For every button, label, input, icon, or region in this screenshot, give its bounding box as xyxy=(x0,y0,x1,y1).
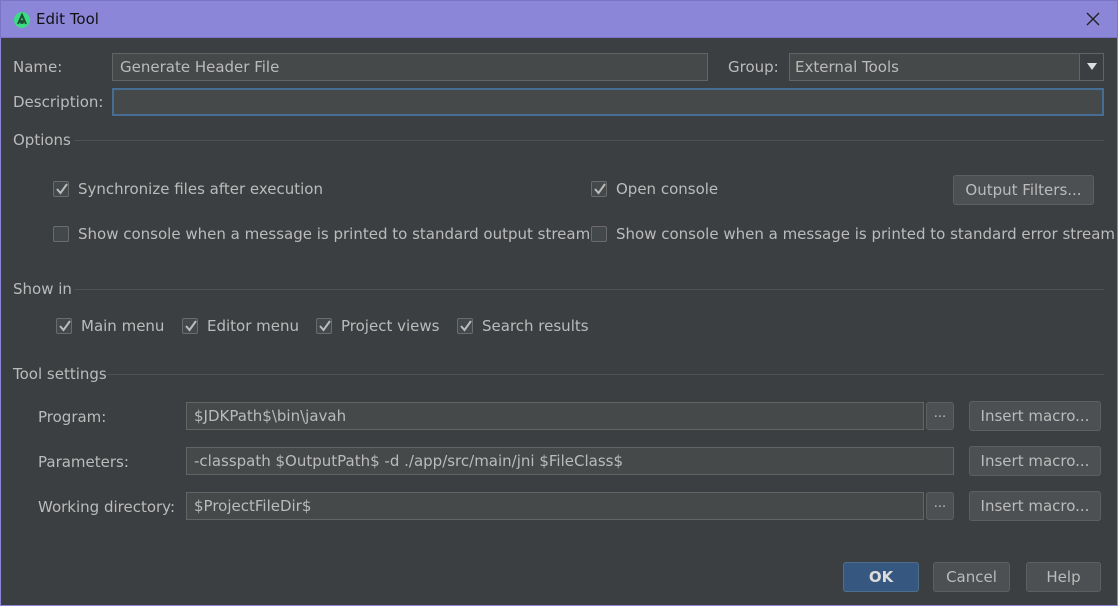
show-console-stderr-checkbox[interactable]: Show console when a message is printed t… xyxy=(591,225,1115,243)
working-directory-input[interactable]: $ProjectFileDir$ xyxy=(186,492,924,520)
checkbox-box[interactable] xyxy=(316,318,332,334)
title-bar: Edit Tool xyxy=(0,0,1118,38)
checkbox-box[interactable] xyxy=(182,318,198,334)
group-select-value: External Tools xyxy=(795,58,899,76)
browse-label: ... xyxy=(933,406,947,421)
help-label: Help xyxy=(1046,568,1081,586)
description-label: Description: xyxy=(13,93,104,111)
show-in-search-results-checkbox[interactable]: Search results xyxy=(457,317,589,335)
checkmark-icon xyxy=(594,183,606,195)
show-in-section-title: Show in xyxy=(13,280,72,298)
options-section-title: Options xyxy=(13,131,71,149)
show-in-project-views-checkbox[interactable]: Project views xyxy=(316,317,439,335)
show-console-stderr-label: Show console when a message is printed t… xyxy=(616,225,1116,243)
project-views-label: Project views xyxy=(341,317,440,335)
name-label: Name: xyxy=(13,58,63,76)
working-directory-label: Working directory: xyxy=(38,498,176,516)
main-menu-label: Main menu xyxy=(81,317,165,335)
open-console-label: Open console xyxy=(616,180,719,198)
show-in-editor-menu-checkbox[interactable]: Editor menu xyxy=(182,317,299,335)
checkbox-box[interactable] xyxy=(457,318,473,334)
program-label: Program: xyxy=(38,408,107,426)
program-input[interactable]: $JDKPath$\bin\javah xyxy=(186,402,924,430)
checkmark-icon xyxy=(185,320,197,332)
working-directory-browse-button[interactable]: ... xyxy=(926,492,954,520)
sync-files-label: Synchronize files after execution xyxy=(78,180,323,198)
checkbox-box[interactable] xyxy=(53,226,69,242)
checkmark-icon xyxy=(59,320,71,332)
tool-settings-separator xyxy=(107,374,1104,375)
ok-button[interactable]: OK xyxy=(843,562,919,592)
tool-settings-section-title: Tool settings xyxy=(13,365,107,383)
checkbox-box[interactable] xyxy=(53,181,69,197)
checkmark-icon xyxy=(319,320,331,332)
group-select[interactable]: External Tools xyxy=(789,53,1104,81)
checkmark-icon xyxy=(56,183,68,195)
group-label: Group: xyxy=(728,58,779,76)
help-button[interactable]: Help xyxy=(1026,562,1101,592)
program-insert-macro-button[interactable]: Insert macro... xyxy=(969,401,1101,431)
options-separator xyxy=(74,140,1104,141)
triangle-down-icon xyxy=(1087,63,1097,70)
android-studio-icon xyxy=(14,12,30,28)
browse-label: ... xyxy=(933,496,947,511)
checkbox-box[interactable] xyxy=(591,181,607,197)
description-input[interactable] xyxy=(112,88,1104,116)
sync-files-checkbox[interactable]: Synchronize files after execution xyxy=(53,180,323,198)
cancel-button[interactable]: Cancel xyxy=(933,562,1010,592)
parameters-insert-macro-button[interactable]: Insert macro... xyxy=(969,446,1101,476)
show-console-stdout-checkbox[interactable]: Show console when a message is printed t… xyxy=(53,225,590,243)
program-browse-button[interactable]: ... xyxy=(926,402,954,430)
search-results-label: Search results xyxy=(482,317,589,335)
output-filters-label: Output Filters... xyxy=(965,181,1082,199)
editor-menu-label: Editor menu xyxy=(207,317,300,335)
show-console-stdout-label: Show console when a message is printed t… xyxy=(78,225,591,243)
show-in-separator xyxy=(74,289,1104,290)
insert-macro-label: Insert macro... xyxy=(980,497,1090,515)
insert-macro-label: Insert macro... xyxy=(980,407,1090,425)
ok-label: OK xyxy=(868,568,894,586)
checkmark-icon xyxy=(460,320,472,332)
name-input[interactable]: Generate Header File xyxy=(112,53,708,81)
checkbox-box[interactable] xyxy=(591,226,607,242)
output-filters-button[interactable]: Output Filters... xyxy=(953,175,1094,205)
close-icon[interactable] xyxy=(1083,9,1103,29)
insert-macro-label: Insert macro... xyxy=(980,452,1090,470)
cancel-label: Cancel xyxy=(946,568,997,586)
parameters-label: Parameters: xyxy=(38,453,129,471)
dropdown-button[interactable] xyxy=(1079,54,1103,80)
working-directory-insert-macro-button[interactable]: Insert macro... xyxy=(969,491,1101,521)
parameters-input[interactable]: -classpath $OutputPath$ -d ./app/src/mai… xyxy=(186,447,954,475)
open-console-checkbox[interactable]: Open console xyxy=(591,180,718,198)
checkbox-box[interactable] xyxy=(56,318,72,334)
show-in-main-menu-checkbox[interactable]: Main menu xyxy=(56,317,164,335)
window-title: Edit Tool xyxy=(36,10,99,28)
